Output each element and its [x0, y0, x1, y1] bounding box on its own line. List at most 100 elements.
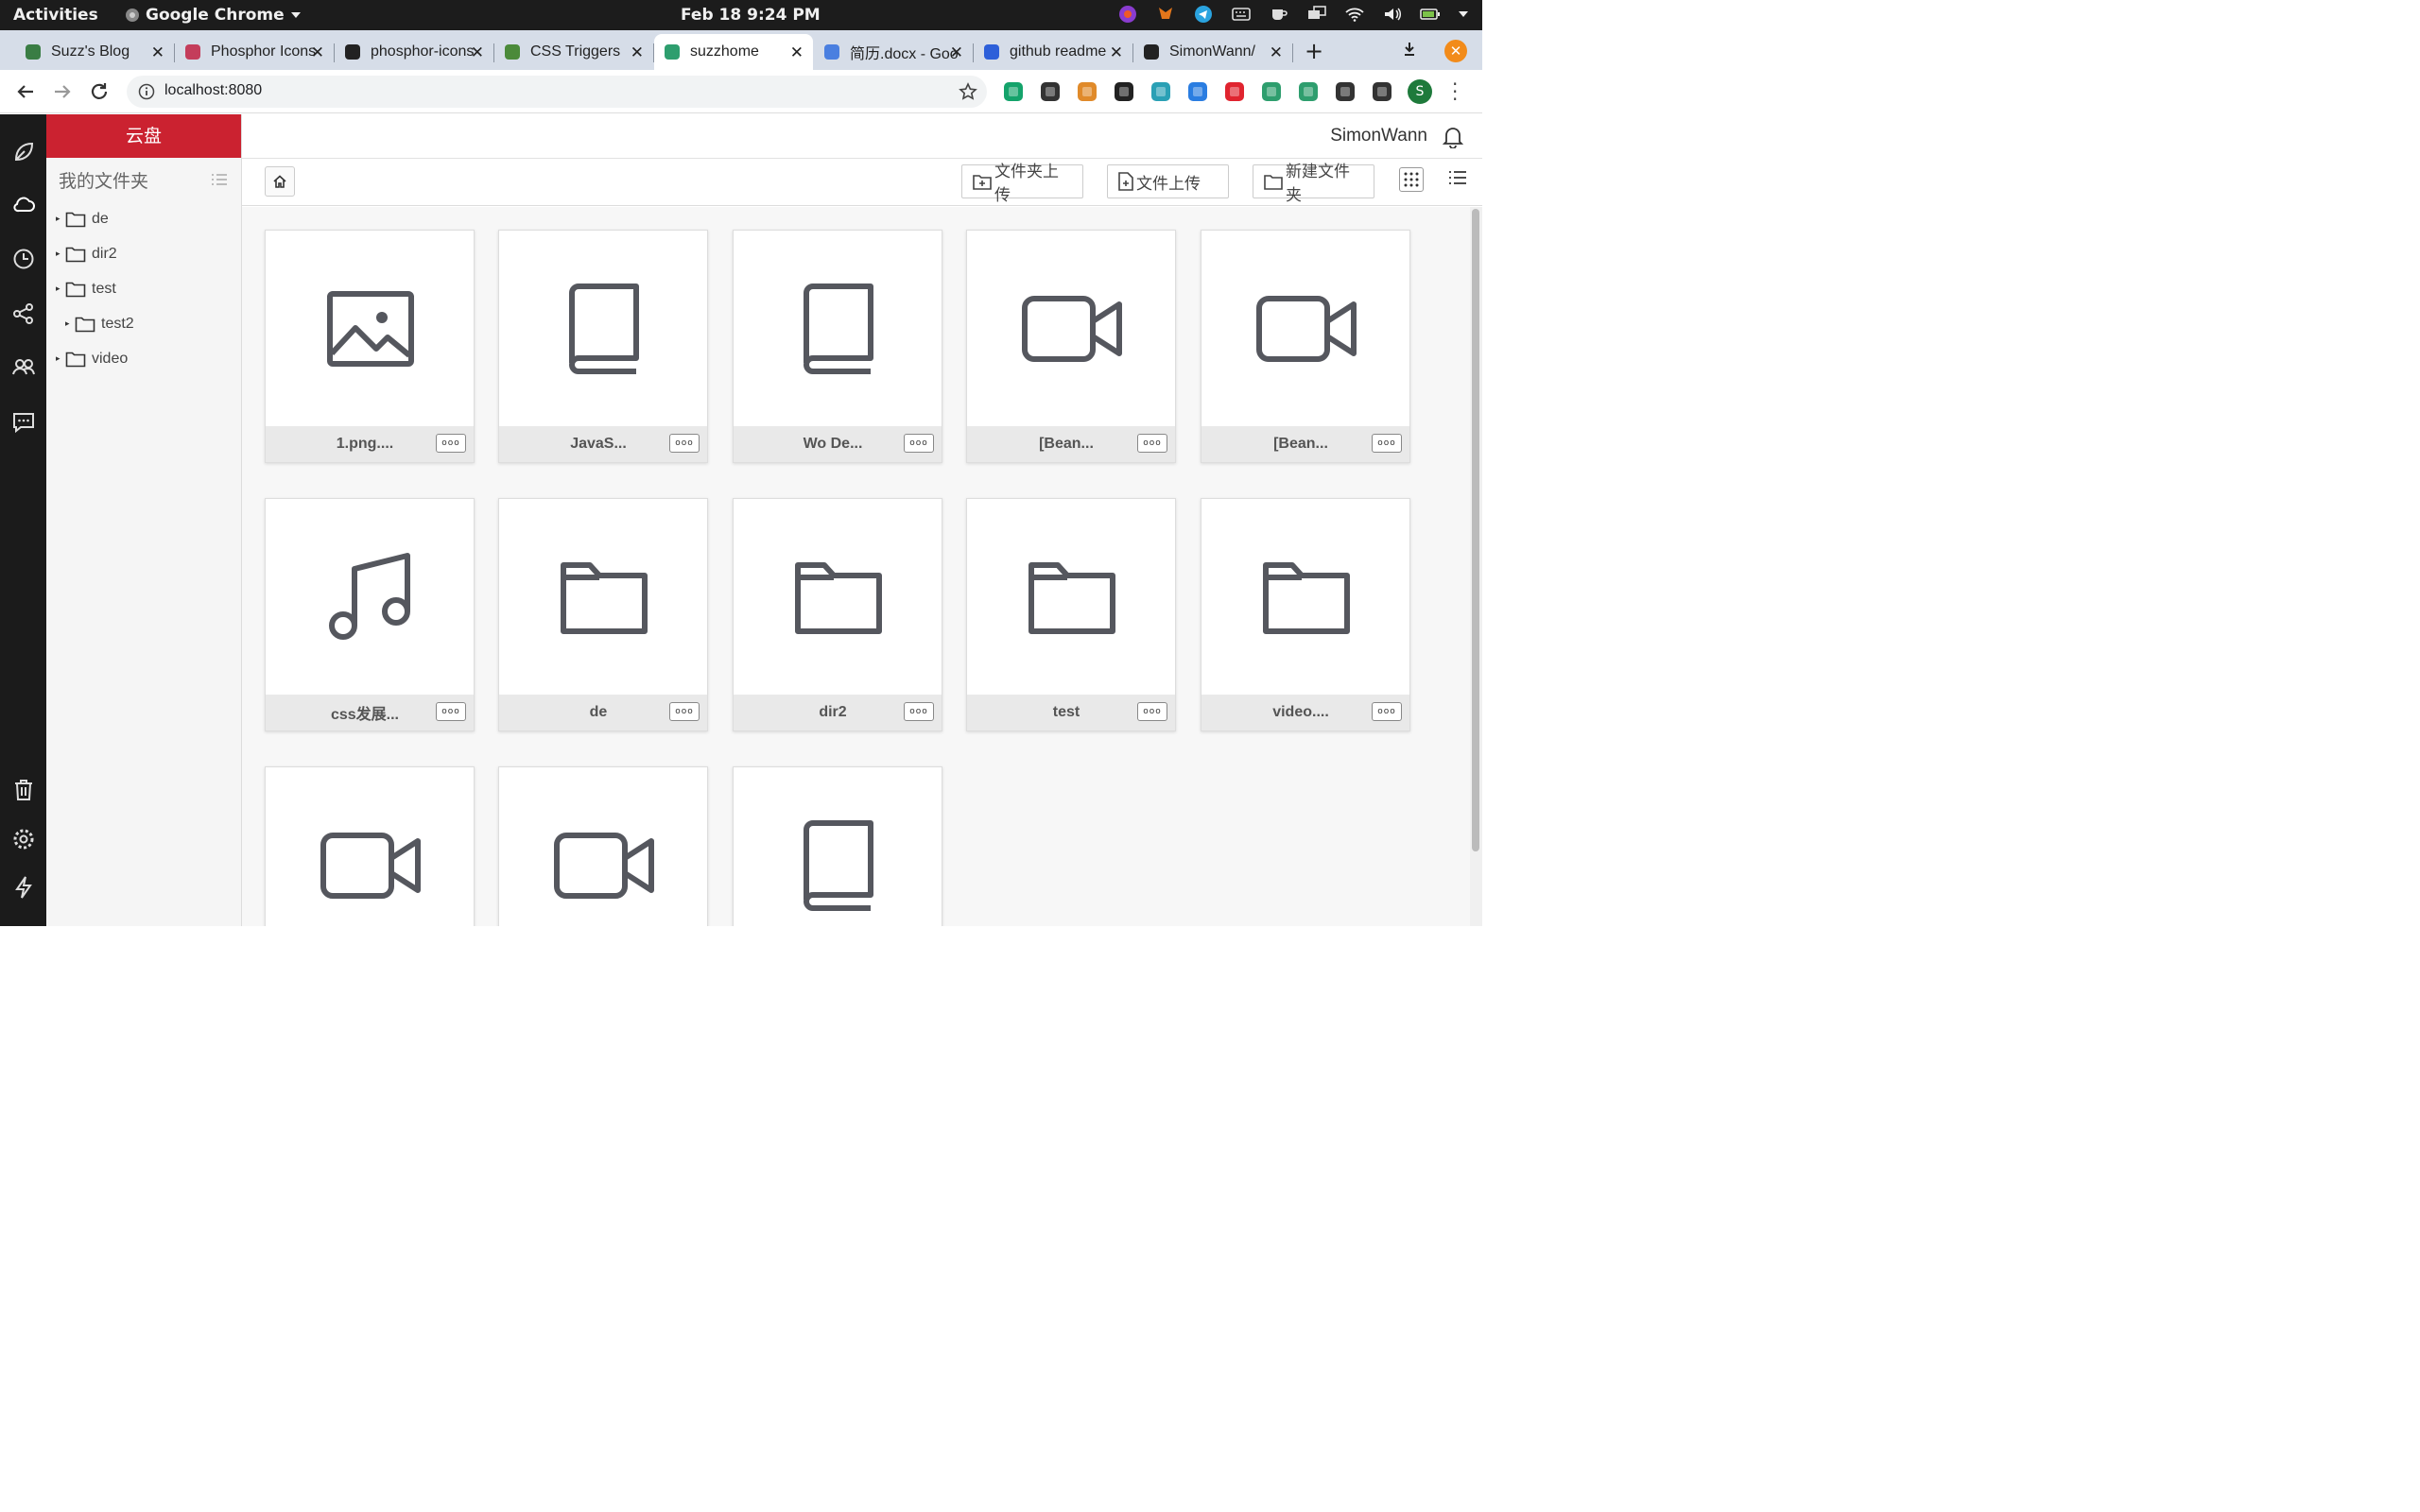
keyboard-icon[interactable] [1231, 5, 1252, 24]
telegram-icon[interactable] [1193, 5, 1214, 24]
chrome-menu-icon[interactable]: · · · [1452, 75, 1458, 109]
tab-8[interactable]: SimonWann/ ✕ [1133, 34, 1293, 70]
close-tab-icon[interactable]: ✕ [1270, 43, 1283, 62]
home-button[interactable] [265, 166, 295, 197]
tab-1[interactable]: Suzz's Blog ✕ [15, 34, 175, 70]
more-options-button[interactable]: ooo [1372, 434, 1402, 453]
clock-icon[interactable] [11, 247, 36, 271]
cloud-icon[interactable] [11, 193, 36, 217]
caret-right-icon[interactable]: ▸ [56, 249, 63, 259]
upload-folder-button[interactable]: 文件夹上传 [961, 163, 1083, 205]
file-card[interactable] [498, 766, 708, 926]
username[interactable]: SimonWann [1330, 126, 1427, 146]
reload-icon[interactable] [89, 81, 110, 102]
grid-view-button[interactable] [1399, 167, 1424, 192]
more-options-button[interactable]: ooo [436, 434, 466, 453]
tree-item-test[interactable]: ▸ test [46, 271, 241, 306]
tree-item-video[interactable]: ▸ video [46, 341, 241, 376]
tab-7[interactable]: github readme ✕ [974, 34, 1133, 70]
upload-file-button[interactable]: 文件上传 [1107, 164, 1229, 198]
message-icon[interactable] [11, 410, 36, 435]
caret-right-icon[interactable]: ▸ [56, 214, 63, 224]
tab-6[interactable]: 简历.docx - Google✕ [814, 34, 974, 70]
file-card[interactable]: css发展... ooo [265, 498, 475, 731]
volume-icon[interactable] [1382, 5, 1403, 24]
download-icon[interactable] [1402, 40, 1417, 59]
share-icon[interactable] [11, 301, 36, 326]
more-options-button[interactable]: ooo [669, 702, 700, 721]
file-card[interactable]: test ooo [966, 498, 1176, 731]
fox-icon[interactable] [1155, 5, 1176, 24]
new-tab-button[interactable]: + [1305, 38, 1323, 64]
forward-icon[interactable] [52, 81, 73, 102]
app-menu[interactable]: Google Chrome [125, 6, 302, 25]
close-tab-icon[interactable]: ✕ [950, 43, 963, 62]
caret-right-icon[interactable]: ▸ [56, 353, 63, 364]
more-options-button[interactable]: ooo [904, 702, 934, 721]
file-card[interactable]: video.... ooo [1201, 498, 1410, 731]
close-tab-icon[interactable]: ✕ [151, 43, 164, 62]
close-tab-icon[interactable]: ✕ [311, 43, 324, 62]
close-tab-icon[interactable]: ✕ [631, 43, 644, 62]
bell-icon[interactable] [1443, 126, 1463, 148]
list-view-icon[interactable] [1448, 169, 1467, 186]
ext-globe-icon[interactable] [1076, 80, 1098, 103]
file-card[interactable] [265, 766, 475, 926]
more-options-button[interactable]: ooo [1372, 702, 1402, 721]
ext-eyedropper-icon[interactable] [1186, 80, 1209, 103]
file-card[interactable]: [Bean... ooo [966, 230, 1176, 463]
ext-media-icon[interactable] [1371, 80, 1393, 103]
ext-notion-icon[interactable] [1150, 80, 1172, 103]
file-card[interactable]: [Bean... ooo [1201, 230, 1410, 463]
close-tab-icon[interactable]: ✕ [790, 43, 804, 62]
battery-icon[interactable] [1420, 5, 1441, 24]
omnibox[interactable]: localhost:8080 [127, 76, 987, 108]
list-toggle-icon[interactable] [211, 173, 228, 186]
chevron-down-icon[interactable] [1458, 10, 1469, 18]
tab-4[interactable]: CSS Triggers ✕ [494, 34, 654, 70]
ext-vue-2-icon[interactable] [1297, 80, 1320, 103]
file-card[interactable]: de ooo [498, 498, 708, 731]
more-options-button[interactable]: ooo [1137, 702, 1167, 721]
more-options-button[interactable]: ooo [669, 434, 700, 453]
tab-3[interactable]: phosphor-icons ✕ [335, 34, 494, 70]
ext-m-icon[interactable] [1223, 80, 1246, 103]
file-card[interactable]: 1.png.... ooo [265, 230, 475, 463]
users-icon[interactable] [11, 354, 36, 379]
new-folder-button[interactable]: 新建文件夹 [1253, 163, 1374, 205]
close-tab-icon[interactable]: ✕ [1110, 43, 1123, 62]
ext-pocket-icon[interactable] [1002, 80, 1025, 103]
close-tab-icon[interactable]: ✕ [471, 43, 484, 62]
ext-dark-icon[interactable] [1113, 80, 1135, 103]
tree-item-test2[interactable]: ▸ test2 [46, 306, 241, 341]
tree-item-dir2[interactable]: ▸ dir2 [46, 236, 241, 271]
leaf-icon[interactable] [11, 140, 36, 164]
site-info-icon[interactable] [138, 83, 155, 100]
settings-gear-icon[interactable] [11, 827, 36, 851]
scrollbar-thumb[interactable] [1472, 209, 1479, 851]
bookmark-star-icon[interactable] [959, 82, 977, 101]
caret-right-icon[interactable]: ▸ [65, 318, 73, 329]
scrollbar[interactable] [1470, 207, 1482, 926]
more-options-button[interactable]: ooo [1137, 434, 1167, 453]
close-window-button[interactable]: ✕ [1444, 40, 1467, 62]
file-card[interactable]: Wo De... ooo [733, 230, 942, 463]
back-icon[interactable] [15, 81, 36, 102]
ext-vue-1-icon[interactable] [1260, 80, 1283, 103]
lightning-icon[interactable] [11, 875, 36, 900]
file-card[interactable]: JavaS... ooo [498, 230, 708, 463]
file-card[interactable] [733, 766, 942, 926]
file-card[interactable]: dir2 ooo [733, 498, 942, 731]
tree-item-de[interactable]: ▸ de [46, 201, 241, 236]
firefox-dev-icon[interactable] [1117, 5, 1138, 24]
tab-2[interactable]: Phosphor Icons ✕ [175, 34, 335, 70]
activities-button[interactable]: Activities [13, 6, 98, 25]
screens-icon[interactable] [1306, 5, 1327, 24]
caret-right-icon[interactable]: ▸ [56, 284, 63, 294]
profile-avatar[interactable]: S [1408, 79, 1432, 104]
cup-icon[interactable] [1269, 5, 1289, 24]
more-options-button[interactable]: ooo [436, 702, 466, 721]
clock[interactable]: Feb 18 9:24 PM [681, 6, 821, 25]
ext-puzzle-icon[interactable] [1334, 80, 1357, 103]
trash-icon[interactable] [11, 778, 36, 802]
